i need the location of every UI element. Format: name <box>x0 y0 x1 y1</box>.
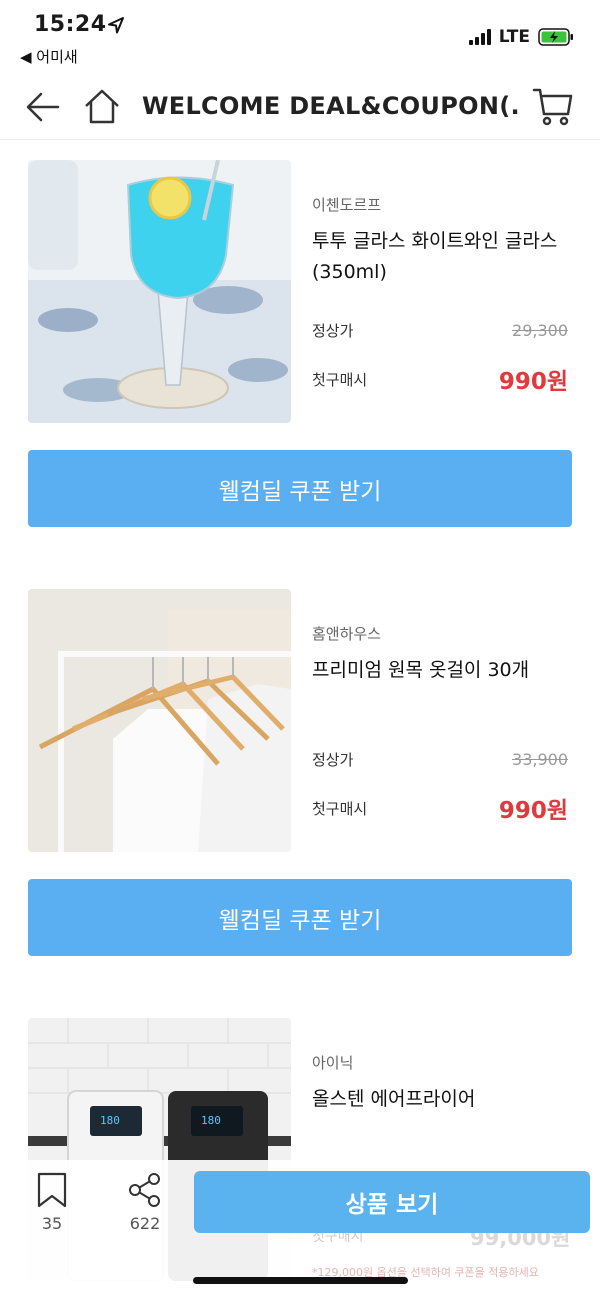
status-bar: 15:24 ◀ 어미새 LTE <box>0 0 600 78</box>
battery-charging-icon <box>538 28 573 46</box>
network-type: LTE <box>498 27 530 47</box>
product-name[interactable]: 투투 글라스 화이트와인 글라스(350ml) <box>312 226 572 288</box>
coupon-button[interactable]: 웰컴딜 쿠폰 받기 <box>28 879 572 956</box>
air-fryer-display-left: 180 <box>100 1114 120 1127</box>
air-fryer-display-right: 180 <box>201 1114 221 1127</box>
regular-price: 33,900 <box>512 750 568 769</box>
wine-glass-image <box>28 160 291 423</box>
regular-price-label: 정상가 <box>312 751 354 769</box>
first-purchase-label: 첫구매시 <box>312 799 368 818</box>
bookmark-button[interactable]: 35 <box>30 1172 74 1233</box>
product-brand: 이첸도르프 <box>312 196 382 214</box>
bookmark-icon <box>37 1172 67 1208</box>
product-brand: 아이닉 <box>312 1054 354 1072</box>
home-indicator <box>193 1277 408 1284</box>
location-arrow-icon <box>108 17 124 34</box>
back-to-app-link[interactable]: ◀ 어미새 <box>20 46 78 67</box>
sale-price: 990원 <box>498 798 568 824</box>
sale-price: 990원 <box>498 369 568 395</box>
bookmark-count: 35 <box>41 1214 63 1233</box>
product-card[interactable]: 이첸도르프 투투 글라스 화이트와인 글라스(350ml) 정상가 29,300… <box>0 160 600 530</box>
regular-price-row: 정상가 29,300 <box>312 320 568 341</box>
first-purchase-row: 첫구매시 990원 <box>312 791 568 825</box>
first-purchase-row: 첫구매시 990원 <box>312 362 568 396</box>
nav-bar: WELCOME DEAL&COUPON(... <box>0 78 600 140</box>
regular-price: 29,300 <box>512 321 568 340</box>
share-button[interactable]: 622 <box>122 1172 168 1233</box>
signal-icon <box>468 29 491 45</box>
home-icon[interactable] <box>82 86 122 126</box>
status-indicators: LTE <box>468 26 574 48</box>
page-title: WELCOME DEAL&COUPON(... <box>142 92 522 120</box>
view-product-button[interactable]: 상품 보기 <box>194 1171 590 1233</box>
coupon-button[interactable]: 웰컴딜 쿠폰 받기 <box>28 450 572 527</box>
hanger-image <box>28 589 291 852</box>
product-image[interactable] <box>28 589 291 852</box>
product-image[interactable] <box>28 160 291 423</box>
regular-price-label: 정상가 <box>312 322 354 340</box>
product-name[interactable]: 프리미엄 원목 옷걸이 30개 <box>312 655 572 686</box>
product-name[interactable]: 올스텐 에어프라이어 <box>312 1084 572 1115</box>
first-purchase-label: 첫구매시 <box>312 370 368 389</box>
share-count: 622 <box>129 1214 161 1233</box>
product-card[interactable]: 홈앤하우스 프리미엄 원목 옷걸이 30개 정상가 33,900 첫구매시 99… <box>0 589 600 959</box>
back-arrow-icon[interactable] <box>24 88 62 126</box>
product-brand: 홈앤하우스 <box>312 625 382 643</box>
cart-icon[interactable] <box>530 84 574 128</box>
share-icon <box>129 1173 160 1207</box>
regular-price-row: 정상가 33,900 <box>312 749 568 770</box>
status-time: 15:24 <box>34 12 107 37</box>
